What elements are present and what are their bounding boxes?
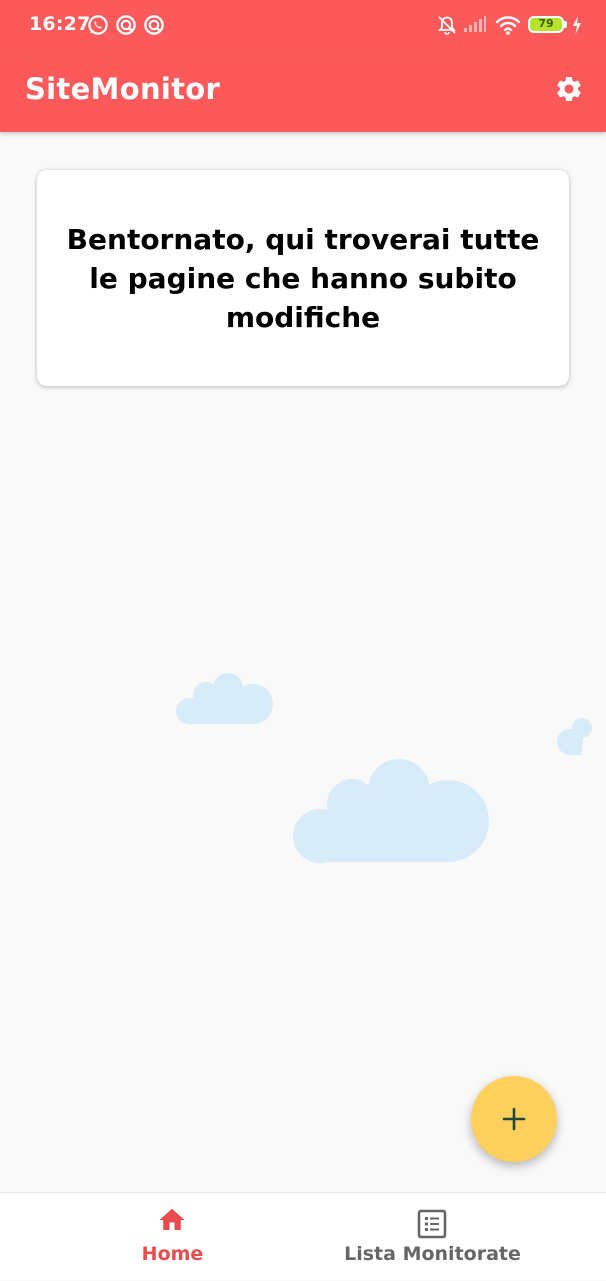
home-icon xyxy=(159,1208,185,1230)
whatsapp-icon xyxy=(88,15,108,35)
nav-label-home: Home xyxy=(141,1243,204,1265)
settings-button[interactable] xyxy=(548,68,590,110)
battery-level: 79 xyxy=(538,17,554,30)
app-notification-icon xyxy=(144,15,164,35)
signal-icon xyxy=(464,16,486,32)
welcome-message: Bentornato, qui troverai tutte le pagine… xyxy=(66,222,540,334)
status-time: 16:27 xyxy=(29,13,91,35)
alarm-off-icon xyxy=(438,16,456,35)
welcome-card: Bentornato, qui troverai tutte le pagine… xyxy=(37,170,569,386)
nav-label-lista-monitorate: Lista Monitorate xyxy=(344,1243,521,1265)
app-title: SiteMonitor xyxy=(25,72,221,106)
nav-item-lista-monitorate[interactable]: Lista Monitorate xyxy=(281,1193,584,1281)
gear-icon xyxy=(557,77,581,101)
cloud-large-icon xyxy=(293,759,489,863)
nav-item-home[interactable]: Home xyxy=(21,1193,324,1281)
charging-icon xyxy=(573,16,581,34)
list-icon xyxy=(417,1209,447,1239)
app-notification-icon xyxy=(116,15,136,35)
cloud-edge-icon xyxy=(557,718,592,755)
app-bar: SiteMonitor xyxy=(0,50,606,132)
plus-icon xyxy=(502,1107,526,1131)
cloud-small-icon xyxy=(176,673,273,724)
wifi-icon xyxy=(495,16,521,35)
status-bar: 16:27 79 xyxy=(0,0,606,50)
battery-tip xyxy=(564,21,567,28)
battery-icon: 79 xyxy=(528,16,564,33)
bottom-navigation: Home Lista Monitorate xyxy=(0,1192,606,1280)
add-site-button[interactable] xyxy=(471,1076,557,1162)
